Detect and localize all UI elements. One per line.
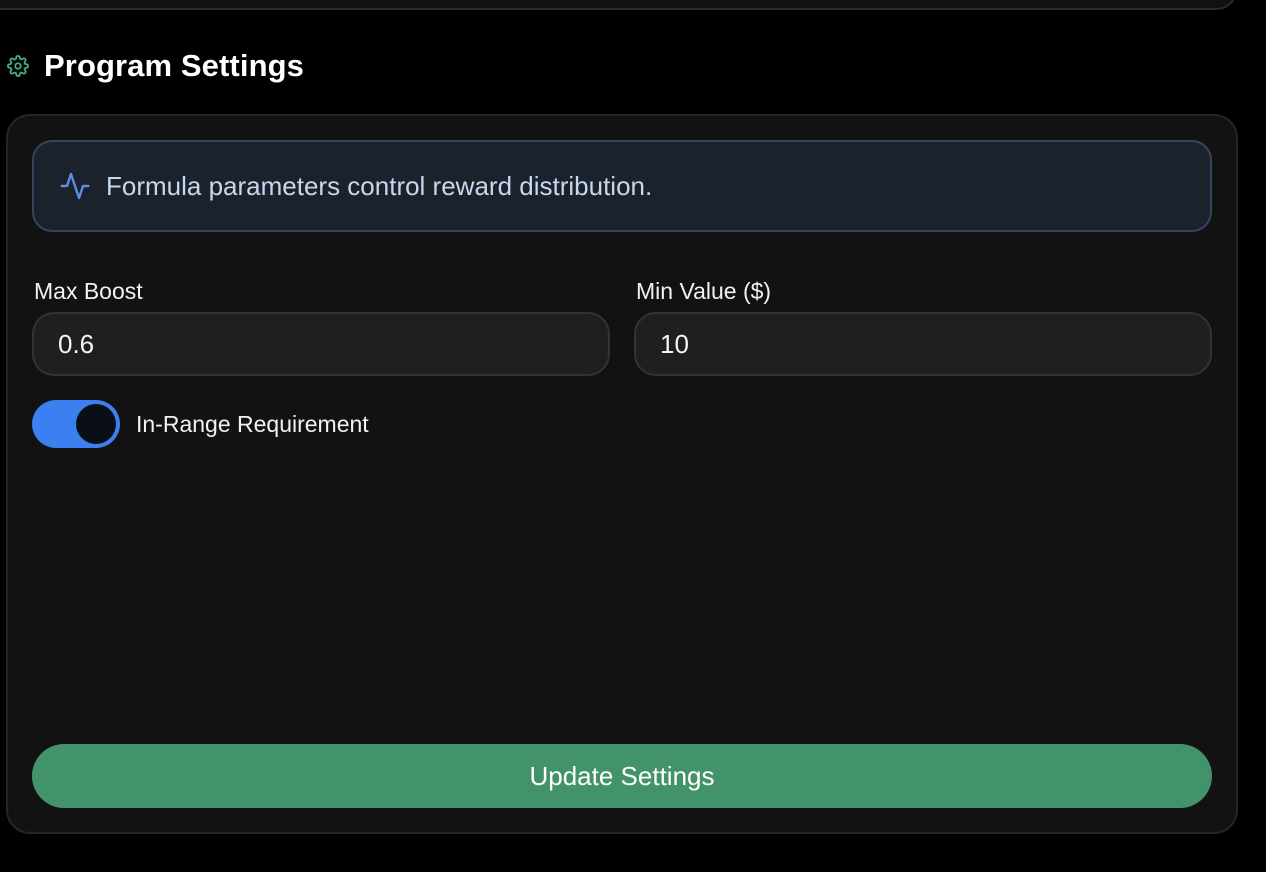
max-boost-input[interactable] bbox=[32, 312, 610, 376]
in-range-toggle[interactable] bbox=[32, 400, 120, 448]
section-header: Program Settings bbox=[6, 46, 304, 86]
in-range-toggle-row: In-Range Requirement bbox=[32, 400, 369, 448]
program-settings-card: Formula parameters control reward distri… bbox=[6, 114, 1238, 834]
pulse-icon bbox=[58, 169, 92, 203]
previous-card bbox=[0, 0, 1238, 10]
min-value-input[interactable] bbox=[634, 312, 1212, 376]
update-settings-button[interactable]: Update Settings bbox=[32, 744, 1212, 808]
toggle-knob bbox=[76, 404, 116, 444]
in-range-toggle-label: In-Range Requirement bbox=[136, 410, 369, 437]
page-title: Program Settings bbox=[44, 48, 304, 83]
min-value-label: Min Value ($) bbox=[636, 278, 772, 304]
gear-icon bbox=[6, 54, 30, 78]
info-banner-text: Formula parameters control reward distri… bbox=[106, 170, 653, 201]
max-boost-label: Max Boost bbox=[34, 278, 143, 304]
info-banner: Formula parameters control reward distri… bbox=[32, 140, 1212, 232]
